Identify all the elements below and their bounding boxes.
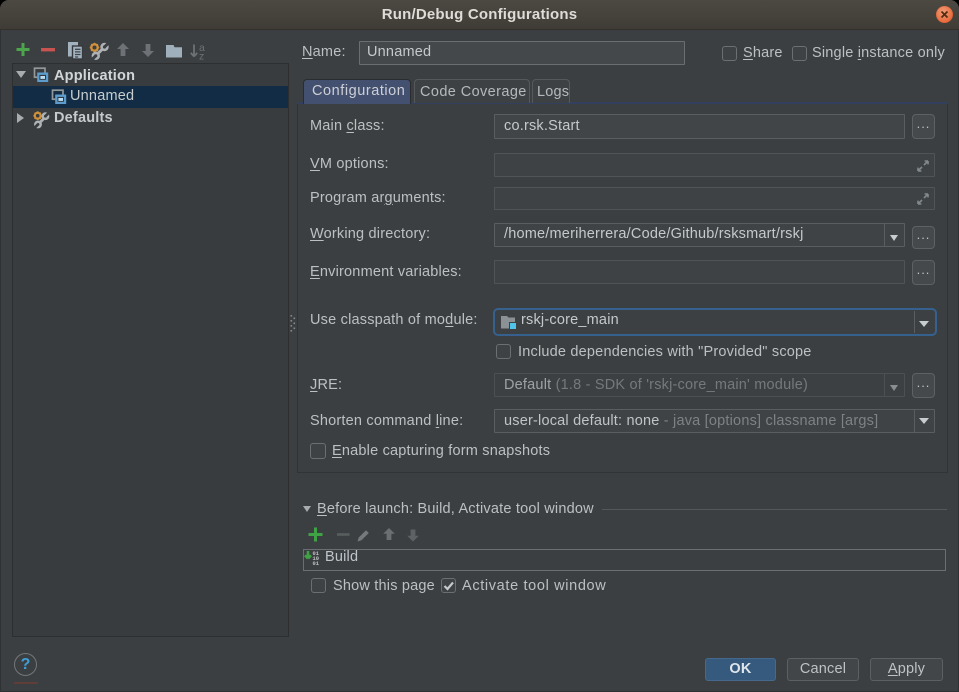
svg-text:z: z xyxy=(199,51,204,63)
svg-text:01: 01 xyxy=(313,561,319,566)
